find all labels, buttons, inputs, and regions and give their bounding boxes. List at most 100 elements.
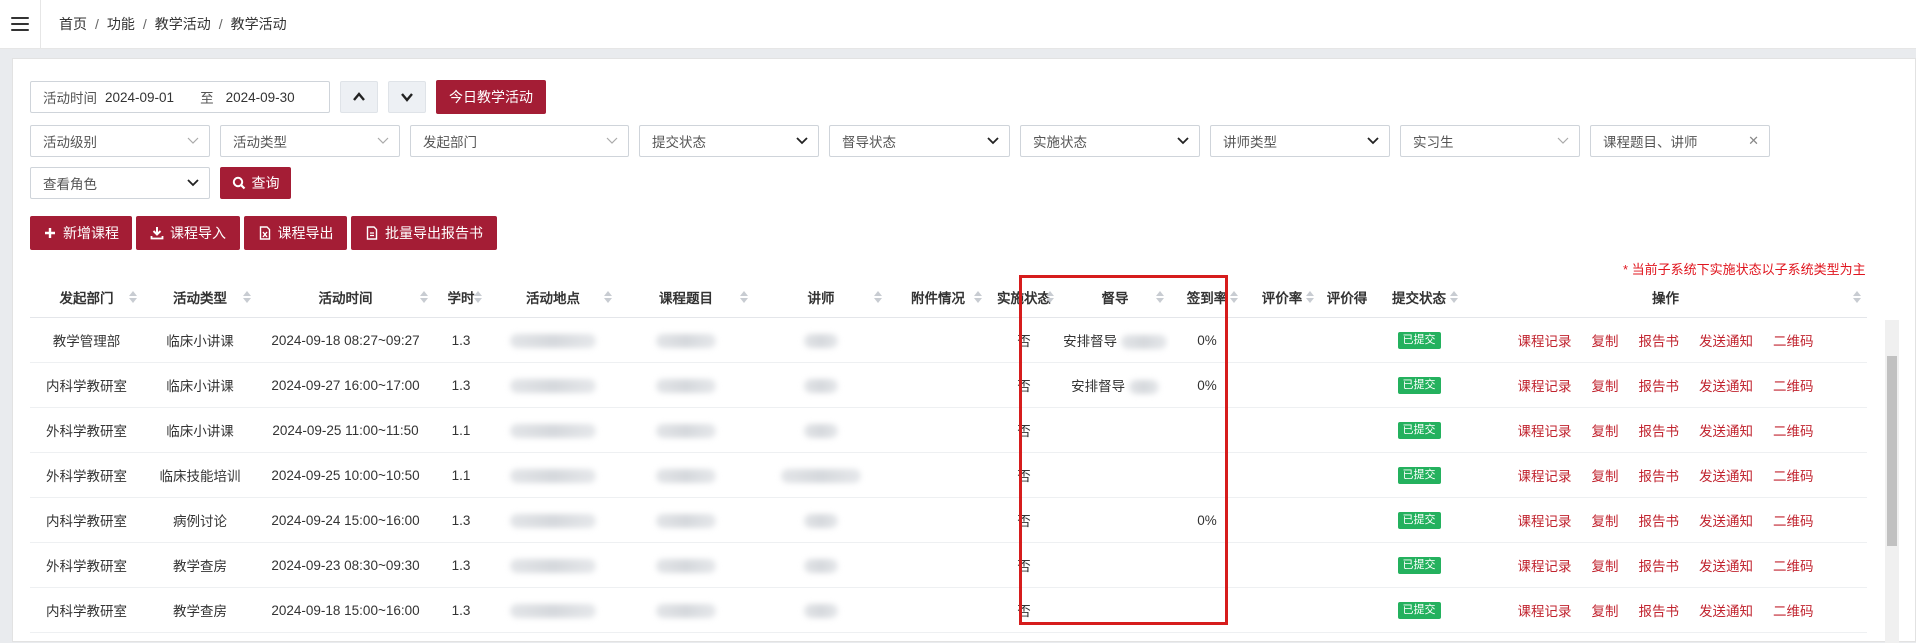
lecturer-type-select[interactable]: 讲师类型 — [1210, 125, 1390, 157]
copy-link[interactable]: 复制 — [1592, 514, 1619, 529]
sort-icon[interactable] — [1230, 291, 1238, 303]
course-record-link[interactable]: 课程记录 — [1518, 424, 1572, 439]
copy-link[interactable]: 复制 — [1592, 604, 1619, 619]
send-notice-link[interactable]: 发送通知 — [1699, 424, 1753, 439]
sort-icon[interactable] — [1046, 291, 1054, 303]
report-link[interactable]: 报告书 — [1639, 559, 1680, 574]
menu-toggle-button[interactable] — [0, 0, 41, 48]
previous-period-button[interactable] — [340, 81, 378, 113]
qrcode-link[interactable]: 二维码 — [1773, 604, 1814, 619]
column-header[interactable]: 活动时间 — [257, 277, 434, 318]
column-header[interactable]: 活动类型 — [143, 277, 257, 318]
cell-supervisor[interactable] — [1060, 452, 1170, 498]
qrcode-link[interactable]: 二维码 — [1773, 379, 1814, 394]
copy-link[interactable]: 复制 — [1592, 424, 1619, 439]
column-header[interactable]: 学时 — [434, 277, 488, 318]
sort-icon[interactable] — [740, 291, 748, 303]
course-record-link[interactable]: 课程记录 — [1518, 379, 1572, 394]
column-header[interactable]: 发起部门 — [30, 277, 143, 318]
sort-icon[interactable] — [129, 291, 137, 303]
add-course-button[interactable]: 新增课程 — [30, 216, 132, 250]
course-record-link[interactable]: 课程记录 — [1518, 514, 1572, 529]
sort-icon[interactable] — [974, 291, 982, 303]
sort-icon[interactable] — [420, 291, 428, 303]
copy-link[interactable]: 复制 — [1592, 334, 1619, 349]
qrcode-link[interactable]: 二维码 — [1773, 559, 1814, 574]
next-period-button[interactable] — [388, 81, 426, 113]
send-notice-link[interactable]: 发送通知 — [1699, 334, 1753, 349]
sort-icon[interactable] — [474, 291, 482, 303]
course-record-link[interactable]: 课程记录 — [1518, 604, 1572, 619]
column-header[interactable]: 活动地点 — [488, 277, 618, 318]
sort-icon[interactable] — [1450, 291, 1458, 303]
cell-supervisor[interactable]: 安排督导 — [1060, 317, 1170, 363]
column-header[interactable]: 操作 — [1464, 277, 1867, 318]
import-course-button[interactable]: 课程导入 — [136, 216, 240, 250]
report-link[interactable]: 报告书 — [1639, 334, 1680, 349]
sort-icon[interactable] — [874, 291, 882, 303]
cell-supervisor[interactable] — [1060, 407, 1170, 453]
clear-icon[interactable]: ✕ — [1748, 133, 1759, 149]
column-header[interactable]: 提交状态 — [1374, 277, 1464, 318]
breadcrumb-function[interactable]: 功能 — [107, 14, 135, 34]
report-link[interactable]: 报告书 — [1639, 514, 1680, 529]
column-header[interactable]: 课程题目 — [618, 277, 754, 318]
cell-supervisor[interactable] — [1060, 587, 1170, 633]
keyword-search-input[interactable]: 课程题目、讲师 ✕ — [1590, 125, 1770, 157]
supervision-status-select[interactable]: 督导状态 — [829, 125, 1010, 157]
date-range-picker[interactable]: 活动时间 2024-09-01 至 2024-09-30 — [30, 81, 330, 113]
send-notice-link[interactable]: 发送通知 — [1699, 514, 1753, 529]
copy-link[interactable]: 复制 — [1592, 379, 1619, 394]
column-header-label: 学时 — [447, 291, 475, 306]
cell-supervisor[interactable] — [1060, 497, 1170, 543]
report-link[interactable]: 报告书 — [1639, 469, 1680, 484]
date-start-value[interactable]: 2024-09-01 — [105, 90, 174, 105]
send-notice-link[interactable]: 发送通知 — [1699, 604, 1753, 619]
send-notice-link[interactable]: 发送通知 — [1699, 379, 1753, 394]
copy-link[interactable]: 复制 — [1592, 469, 1619, 484]
date-end-value[interactable]: 2024-09-30 — [226, 90, 295, 105]
sort-icon[interactable] — [1306, 291, 1314, 303]
column-header[interactable]: 讲师 — [754, 277, 888, 318]
report-link[interactable]: 报告书 — [1639, 604, 1680, 619]
submit-status-select[interactable]: 提交状态 — [639, 125, 819, 157]
export-course-button[interactable]: 课程导出 — [244, 216, 347, 250]
sort-icon[interactable] — [604, 291, 612, 303]
column-header[interactable]: 签到率 — [1170, 277, 1244, 318]
sort-icon[interactable] — [1156, 291, 1164, 303]
qrcode-link[interactable]: 二维码 — [1773, 469, 1814, 484]
intern-select[interactable]: 实习生 — [1400, 125, 1580, 157]
qrcode-link[interactable]: 二维码 — [1773, 424, 1814, 439]
column-header[interactable]: 附件情况 — [888, 277, 988, 318]
course-record-link[interactable]: 课程记录 — [1518, 559, 1572, 574]
sort-icon[interactable] — [243, 291, 251, 303]
course-record-link[interactable]: 课程记录 — [1518, 469, 1572, 484]
today-activity-button[interactable]: 今日教学活动 — [436, 80, 546, 114]
column-header[interactable]: 督导 — [1060, 277, 1170, 318]
report-link[interactable]: 报告书 — [1639, 379, 1680, 394]
role-select[interactable]: 查看角色 — [30, 167, 210, 199]
course-record-link[interactable]: 课程记录 — [1518, 334, 1572, 349]
copy-link[interactable]: 复制 — [1592, 559, 1619, 574]
activity-type-select[interactable]: 活动类型 — [220, 125, 400, 157]
column-header[interactable]: 实施状态 — [988, 277, 1060, 318]
report-link[interactable]: 报告书 — [1639, 424, 1680, 439]
qrcode-link[interactable]: 二维码 — [1773, 334, 1814, 349]
send-notice-link[interactable]: 发送通知 — [1699, 469, 1753, 484]
cell-supervisor[interactable]: 安排督导 — [1060, 362, 1170, 408]
scrollbar-thumb[interactable] — [1887, 356, 1897, 546]
activity-level-select[interactable]: 活动级别 — [30, 125, 210, 157]
department-select[interactable]: 发起部门 — [410, 125, 629, 157]
send-notice-link[interactable]: 发送通知 — [1699, 559, 1753, 574]
breadcrumb-teaching[interactable]: 教学活动 — [155, 14, 211, 34]
column-header[interactable]: 评价率 — [1244, 277, 1320, 318]
qrcode-link[interactable]: 二维码 — [1773, 514, 1814, 529]
implementation-status-select[interactable]: 实施状态 — [1020, 125, 1200, 157]
batch-export-report-button[interactable]: 批量导出报告书 — [351, 216, 497, 250]
query-button[interactable]: 查询 — [220, 167, 291, 199]
cell-supervisor[interactable] — [1060, 542, 1170, 588]
column-header[interactable]: 评价得 — [1320, 277, 1374, 318]
breadcrumb-home[interactable]: 首页 — [59, 14, 87, 34]
sort-icon[interactable] — [1853, 291, 1861, 303]
table-scrollbar[interactable] — [1885, 320, 1899, 643]
